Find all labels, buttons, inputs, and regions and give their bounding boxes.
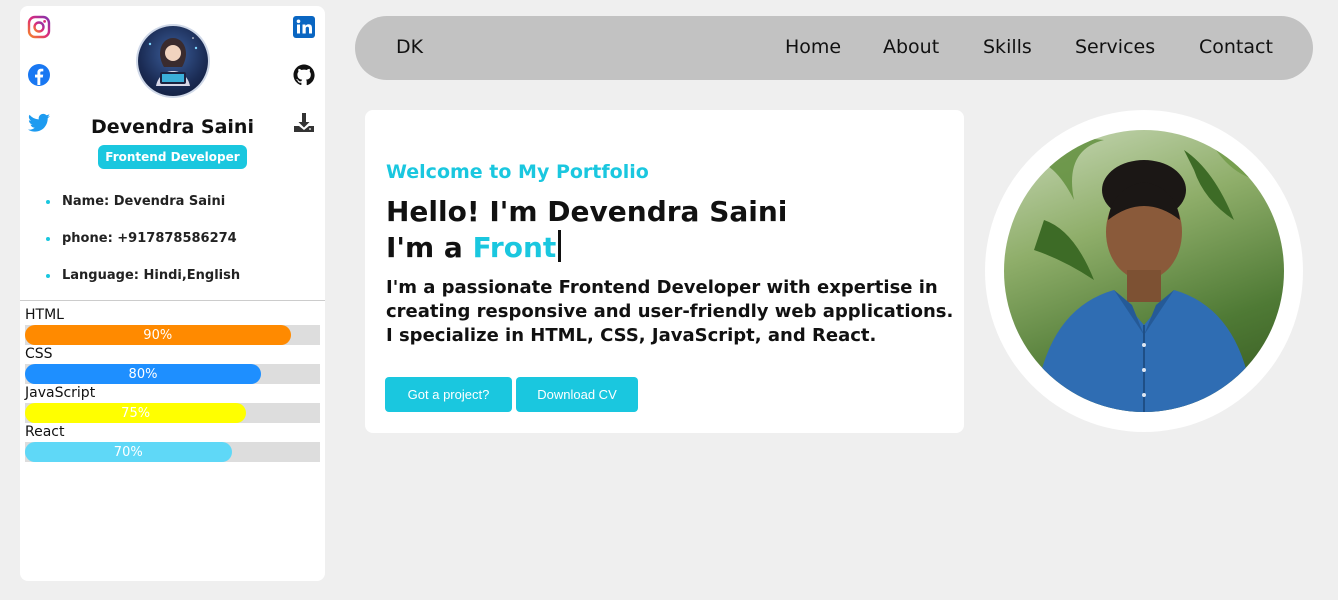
typing-cursor xyxy=(558,230,562,262)
skill-fill: 90% xyxy=(25,325,291,345)
iam-prefix: I'm a xyxy=(386,231,473,264)
skill-bar-html: 90% xyxy=(25,325,320,345)
nav-contact[interactable]: Contact xyxy=(1199,36,1273,58)
info-language: Language: Hindi,English xyxy=(62,268,241,283)
typing-heading: I'm a Front xyxy=(386,230,562,264)
skill-bar-react: 70% xyxy=(25,442,320,462)
logo[interactable]: DK xyxy=(396,36,423,58)
skill-label-css: CSS xyxy=(25,346,53,362)
skill-label-html: HTML xyxy=(25,307,64,323)
welcome-heading: Welcome to My Portfolio xyxy=(386,161,649,183)
hello-heading: Hello! I'm Devendra Saini xyxy=(386,195,788,228)
role-badge: Frontend Developer xyxy=(98,145,247,169)
nav-about[interactable]: About xyxy=(883,36,939,58)
nav-services[interactable]: Services xyxy=(1075,36,1155,58)
facebook-icon[interactable] xyxy=(26,62,52,88)
skill-fill: 70% xyxy=(25,442,232,462)
info-name: Name: Devendra Saini xyxy=(62,194,226,209)
avatar xyxy=(138,26,208,96)
nav-home[interactable]: Home xyxy=(785,36,841,58)
instagram-icon[interactable] xyxy=(26,14,52,40)
profile-photo xyxy=(1004,130,1284,412)
bullet-icon xyxy=(46,236,50,241)
download-cv-button[interactable]: Download CV xyxy=(516,377,638,412)
profile-sidebar: Devendra Saini Frontend Developer Name: … xyxy=(20,6,325,581)
divider xyxy=(20,300,325,301)
got-project-button[interactable]: Got a project? xyxy=(385,377,512,412)
linkedin-icon[interactable] xyxy=(291,14,317,40)
skill-label-javascript: JavaScript xyxy=(25,385,96,401)
skill-bar-javascript: 75% xyxy=(25,403,320,423)
info-item: Language: Hindi,English xyxy=(46,268,240,283)
github-icon[interactable] xyxy=(291,62,317,88)
bullet-icon xyxy=(46,199,50,204)
typed-text: Front xyxy=(472,231,557,264)
skill-fill: 75% xyxy=(25,403,247,423)
info-item: Name: Devendra Saini xyxy=(46,194,225,209)
top-navbar: DK Home About Skills Services Contact xyxy=(355,16,1313,80)
skill-label-react: React xyxy=(25,424,65,440)
skill-fill: 80% xyxy=(25,364,261,384)
hero-card: Welcome to My Portfolio Hello! I'm Deven… xyxy=(365,110,964,433)
info-item: phone: +917878586274 xyxy=(46,231,237,246)
profile-name: Devendra Saini xyxy=(91,116,254,138)
hero-description: I'm a passionate Frontend Developer with… xyxy=(386,277,954,346)
skill-bar-css: 80% xyxy=(25,364,320,384)
bullet-icon xyxy=(46,273,50,278)
portrait-frame xyxy=(985,110,1303,432)
info-phone: phone: +917878586274 xyxy=(62,231,237,246)
nav-skills[interactable]: Skills xyxy=(983,36,1032,58)
